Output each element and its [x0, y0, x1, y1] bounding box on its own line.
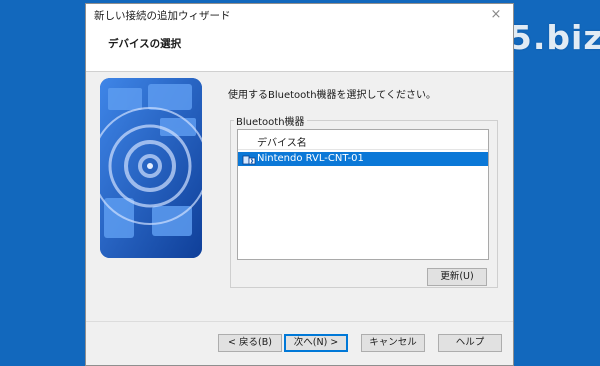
back-button[interactable]: < 戻る(B) [218, 334, 282, 352]
wizard-illustration [100, 78, 202, 258]
wizard-window: 新しい接続の追加ウィザード × デバイスの選択 使用するBluetooth機器を… [85, 3, 514, 366]
instruction-text: 使用するBluetooth機器を選択してください。 [228, 90, 436, 101]
list-item[interactable]: Nintendo RVL-CNT-01 [238, 152, 488, 166]
refresh-button[interactable]: 更新(U) [427, 268, 487, 286]
device-list[interactable]: デバイス名 Nintendo RVL-CNT-01 [237, 129, 489, 260]
group-label: Bluetooth機器 [234, 113, 307, 128]
wizard-header: デバイスの選択 [86, 26, 513, 72]
footer-divider [86, 321, 513, 322]
close-icon[interactable]: × [487, 6, 505, 24]
page-title: デバイスの選択 [108, 38, 182, 50]
column-header-device-name[interactable]: デバイス名 [238, 130, 488, 150]
column-header-label: デバイス名 [257, 138, 307, 149]
bluetooth-device-icon [242, 152, 256, 166]
cancel-button[interactable]: キャンセル [361, 334, 425, 352]
title-bar: 新しい接続の追加ウィザード × [86, 4, 513, 26]
help-button[interactable]: ヘルプ [438, 334, 502, 352]
window-title: 新しい接続の追加ウィザード [94, 10, 231, 22]
next-button[interactable]: 次へ(N) > [284, 334, 348, 352]
device-name: Nintendo RVL-CNT-01 [257, 153, 364, 164]
